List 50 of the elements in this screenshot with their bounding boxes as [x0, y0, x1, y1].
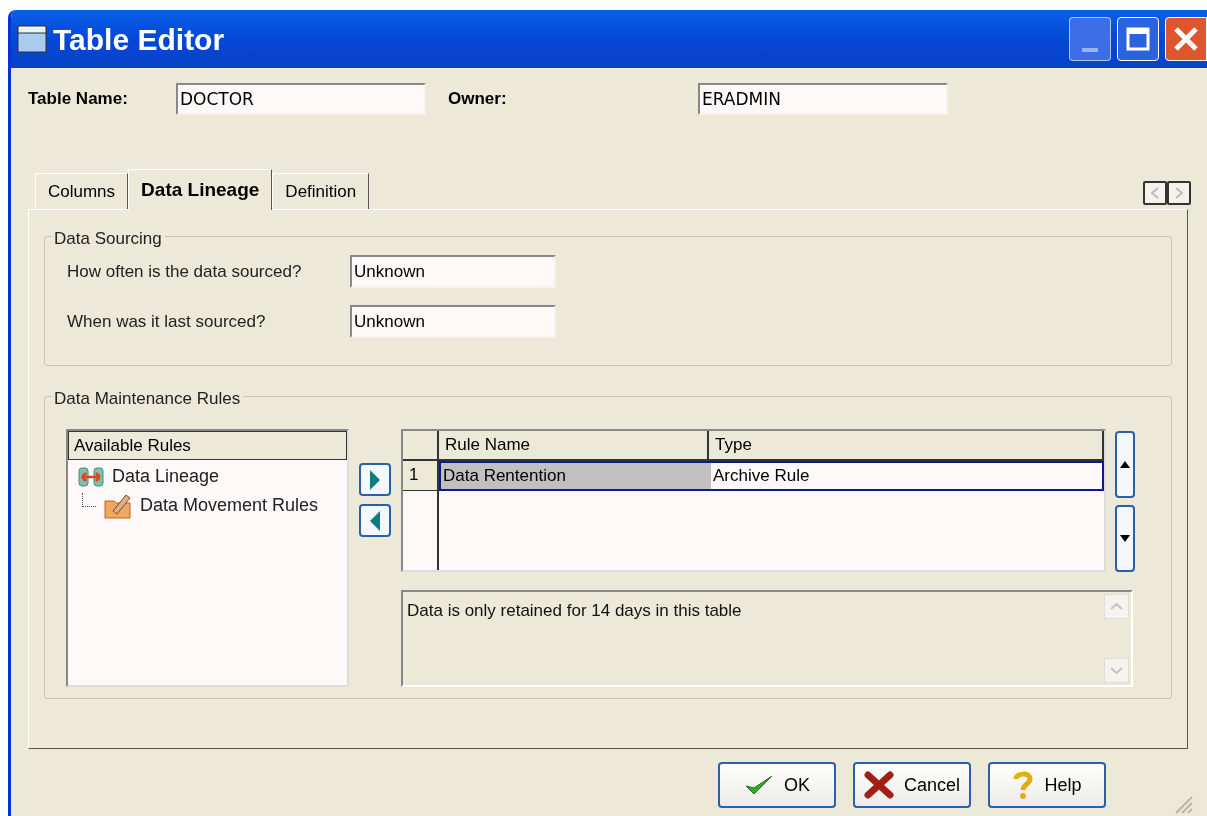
x-icon	[864, 771, 894, 799]
column-header: Rule Name	[439, 431, 709, 459]
tab[interactable]: Data Lineage	[128, 169, 273, 210]
close-button[interactable]	[1165, 17, 1207, 61]
tab[interactable]: Columns	[35, 173, 129, 209]
field-label: Owner:	[448, 88, 508, 111]
owner-field[interactable]: ERADMIN	[698, 83, 948, 115]
answer-field[interactable]: Unknown	[350, 305, 556, 338]
maximize-button[interactable]	[1117, 17, 1159, 61]
up-triangle-icon	[1120, 461, 1130, 468]
tree-item[interactable]: Data Lineage	[112, 463, 220, 490]
tree-connector	[82, 492, 96, 507]
move-up-button[interactable]	[1115, 431, 1135, 498]
minimize-button[interactable]	[1069, 17, 1111, 61]
help-button[interactable]: Help	[988, 762, 1106, 808]
scroll-tabs-left-button[interactable]	[1143, 181, 1167, 205]
left-triangle-icon	[369, 509, 381, 532]
table-cell: Data Rentention	[441, 463, 711, 489]
close-icon	[1173, 26, 1199, 52]
column-header: Available Rules	[68, 431, 347, 460]
tab[interactable]: Definition	[272, 173, 370, 209]
add-rule-button[interactable]	[359, 463, 391, 496]
folder-icon	[104, 492, 132, 519]
ok-button[interactable]: OK	[718, 762, 836, 808]
table-row[interactable]: Data Rentention Archive Rule	[439, 461, 1104, 491]
description-text: Data is only retained for 14 days in this table	[406, 600, 743, 622]
move-down-button[interactable]	[1115, 505, 1135, 572]
field-label: Table Name:	[28, 88, 129, 111]
question-mark-icon	[1012, 770, 1035, 800]
question-label: When was it last sourced?	[67, 310, 267, 333]
window-title: Table Editor	[53, 21, 226, 58]
right-triangle-icon	[369, 468, 381, 491]
remove-rule-button[interactable]	[359, 504, 391, 537]
check-icon	[744, 773, 774, 797]
scroll-up-icon	[1104, 594, 1129, 619]
double-arrow-icon	[78, 466, 104, 487]
table-cell-text: Archive Rule	[712, 465, 811, 487]
question-label: How often is the data sourced?	[67, 260, 303, 283]
cancel-button[interactable]: Cancel	[853, 762, 971, 808]
answer-field[interactable]: Unknown	[350, 255, 556, 288]
scroll-down-icon	[1104, 658, 1129, 683]
minimize-icon	[1082, 48, 1098, 52]
table-name-field[interactable]: DOCTOR	[176, 83, 426, 115]
row-number: 1	[403, 461, 439, 491]
down-triangle-icon	[1120, 535, 1130, 542]
column-header: Type	[709, 431, 1104, 459]
maximize-icon	[1126, 27, 1150, 51]
window-icon	[17, 25, 47, 53]
scroll-tabs-right-button[interactable]	[1167, 181, 1191, 205]
tree-item[interactable]: Data Movement Rules	[140, 492, 319, 519]
